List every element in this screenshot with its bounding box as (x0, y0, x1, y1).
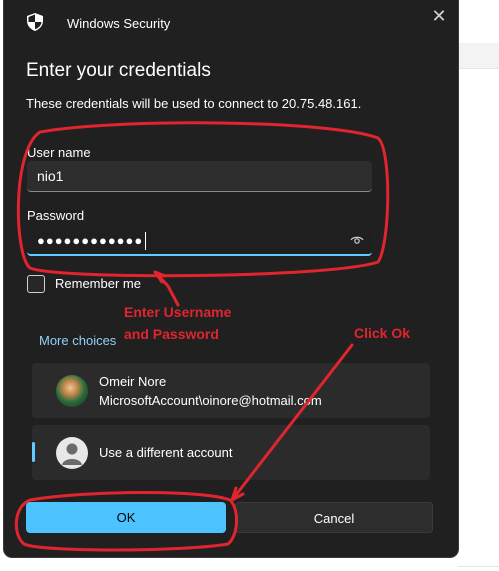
more-choices-link[interactable]: More choices (39, 333, 116, 348)
username-value: nio1 (37, 168, 64, 184)
annotation-enter-line2: and Password (124, 326, 219, 342)
background-divider-bottom (458, 566, 499, 567)
user-avatar-icon (56, 437, 88, 469)
account-detail: MicrosoftAccount\oinore@hotmail.com (99, 393, 322, 408)
dialog-description: These credentials will be used to connec… (26, 96, 362, 111)
text-caret (145, 232, 147, 251)
credentials-dialog: Windows Security ✕ Enter your credential… (4, 0, 458, 557)
shield-icon (27, 13, 43, 31)
close-icon[interactable]: ✕ (428, 6, 450, 28)
avatar (56, 375, 88, 407)
different-account-label: Use a different account (99, 445, 233, 460)
password-label: Password (27, 208, 85, 223)
account-name: Omeir Nore (99, 374, 167, 389)
account-option-different[interactable]: Use a different account (32, 425, 430, 480)
eye-icon[interactable] (350, 233, 364, 247)
background-divider (458, 68, 499, 69)
account-option-microsoft[interactable]: Omeir Nore MicrosoftAccount\oinore@hotma… (32, 363, 430, 418)
annotation-click-ok: Click Ok (354, 325, 411, 341)
password-field[interactable]: ●●●●●●●●●●●● (27, 225, 372, 256)
window-title: Windows Security (67, 16, 171, 31)
ok-button[interactable]: OK (26, 502, 226, 533)
page-title: Enter your credentials (26, 60, 211, 81)
selection-indicator (32, 442, 35, 462)
password-mask: ●●●●●●●●●●●● (37, 233, 144, 248)
remember-me-label[interactable]: Remember me (55, 276, 141, 291)
background-window-strip (458, 43, 499, 68)
remember-me-checkbox[interactable] (27, 275, 45, 293)
cancel-button[interactable]: Cancel (235, 502, 433, 533)
username-field[interactable]: nio1 (27, 161, 372, 192)
annotation-enter-line1: Enter Username (124, 304, 232, 320)
username-label: User name (27, 145, 91, 160)
